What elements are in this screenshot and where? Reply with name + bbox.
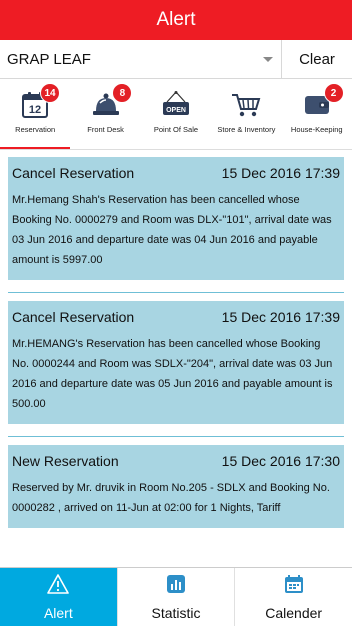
module-label: House-Keeping	[290, 125, 343, 134]
alert-message: Mr.Hemang Shah's Reservation has been ca…	[12, 194, 332, 266]
divider	[8, 292, 344, 293]
calendar-icon	[284, 574, 304, 599]
module-point-of-sale[interactable]: OPEN Point Of Sale	[141, 79, 211, 149]
svg-text:12: 12	[29, 104, 41, 116]
property-select[interactable]: GRAP LEAF	[0, 40, 282, 78]
module-label: Point Of Sale	[153, 125, 199, 134]
module-tabs: 12 14 Reservation 8 Front Desk OPEN Poin…	[0, 79, 352, 150]
divider	[8, 436, 344, 437]
tab-label: Alert	[43, 604, 73, 621]
open-sign-icon: OPEN	[160, 89, 192, 121]
alert-date: 15 Dec 2016 17:39	[221, 165, 340, 181]
alert-title: Cancel Reservation	[12, 165, 135, 181]
alert-date: 15 Dec 2016 17:39	[221, 309, 340, 325]
dropdown-arrow-icon	[263, 56, 273, 62]
property-select-value: GRAP LEAF	[7, 50, 91, 68]
warning-icon	[47, 573, 70, 599]
alert-card[interactable]: Cancel Reservation 15 Dec 2016 17:39 Mr.…	[8, 157, 344, 280]
chart-icon	[166, 574, 186, 599]
module-house-keeping[interactable]: 2 House-Keeping	[282, 79, 352, 149]
property-filter-bar: GRAP LEAF Clear	[0, 40, 352, 79]
front-desk-badge: 8	[112, 83, 133, 103]
tab-alert[interactable]: Alert	[0, 568, 118, 626]
module-store-inventory[interactable]: Store & Inventory	[211, 79, 281, 149]
reservation-badge: 14	[40, 83, 60, 103]
cart-icon	[230, 89, 262, 121]
alert-card[interactable]: Cancel Reservation 15 Dec 2016 17:39 Mr.…	[8, 301, 344, 424]
svg-text:OPEN: OPEN	[166, 107, 186, 114]
module-label: Store & Inventory	[217, 125, 276, 134]
clear-button[interactable]: Clear	[282, 40, 352, 78]
alert-date: 15 Dec 2016 17:30	[221, 453, 340, 469]
alert-title: Cancel Reservation	[12, 309, 135, 325]
bottom-nav: Alert Statistic Calender	[0, 567, 352, 626]
module-front-desk[interactable]: 8 Front Desk	[70, 79, 140, 149]
tab-label: Calender	[265, 604, 323, 621]
tab-statistic[interactable]: Statistic	[117, 568, 236, 626]
top-bar: Alert	[0, 0, 352, 40]
module-label: Front Desk	[87, 125, 124, 134]
alert-title: New Reservation	[12, 453, 119, 469]
house-keeping-badge: 2	[323, 83, 344, 103]
page-title: Alert	[156, 9, 196, 30]
alert-card[interactable]: New Reservation 15 Dec 2016 17:30 Reserv…	[8, 445, 344, 528]
alert-list[interactable]: Cancel Reservation 15 Dec 2016 17:39 Mr.…	[0, 151, 352, 537]
alert-message: Mr.HEMANG's Reservation has been cancell…	[12, 338, 333, 410]
tab-label: Statistic	[151, 604, 201, 621]
alert-screen: Alert GRAP LEAF Clear 12 14 Reservation	[0, 0, 352, 626]
alert-message: Reserved by Mr. druvik in Room No.205 - …	[12, 482, 330, 514]
tab-calender[interactable]: Calender	[235, 568, 352, 626]
module-reservation[interactable]: 12 14 Reservation	[0, 79, 71, 149]
module-label: Reservation	[15, 125, 56, 134]
